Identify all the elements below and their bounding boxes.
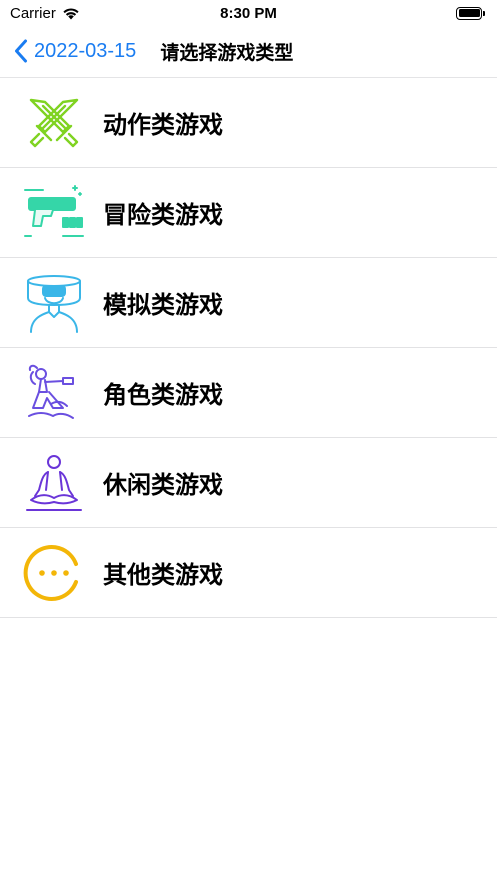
navigation-bar: 2022-03-15 请选择游戏类型: [0, 28, 497, 74]
category-item-action[interactable]: 动作类游戏: [0, 78, 497, 168]
category-item-adventure[interactable]: 冒险类游戏: [0, 168, 497, 258]
category-label: 休闲类游戏: [103, 471, 223, 499]
carrier-label: Carrier: [10, 4, 56, 22]
category-label: 模拟类游戏: [103, 291, 223, 319]
category-label: 角色类游戏: [103, 381, 223, 409]
status-left: Carrier: [10, 5, 80, 22]
battery-fill: [458, 9, 480, 17]
category-item-casual[interactable]: 休闲类游戏: [0, 438, 497, 528]
chevron-left-icon: [15, 39, 27, 63]
category-label: 冒险类游戏: [103, 201, 223, 229]
status-bar: Carrier 8:30 PM: [0, 0, 497, 26]
back-button[interactable]: 2022-03-15: [0, 39, 136, 63]
category-item-simulation[interactable]: 模拟类游戏: [0, 258, 497, 348]
category-item-other[interactable]: 其他类游戏: [0, 528, 497, 618]
category-label: 其他类游戏: [103, 561, 223, 589]
more-icon: [23, 542, 85, 604]
page-title: 请选择游戏类型: [160, 41, 294, 64]
crossed-swords-icon: [23, 92, 85, 154]
vr-headset-icon: [23, 272, 85, 334]
character-icon: [23, 362, 85, 424]
category-item-role-playing[interactable]: 角色类游戏: [0, 348, 497, 438]
back-button-label: 2022-03-15: [34, 39, 137, 62]
gun-icon: [23, 182, 85, 244]
category-label: 动作类游戏: [103, 111, 223, 139]
wifi-icon: [63, 7, 79, 19]
battery-icon: [456, 6, 485, 20]
category-list: 动作类游戏 冒险类游戏 模拟类游戏 角色类游戏 休闲类游戏 其他类游戏: [0, 78, 497, 618]
meditation-icon: [23, 452, 85, 514]
